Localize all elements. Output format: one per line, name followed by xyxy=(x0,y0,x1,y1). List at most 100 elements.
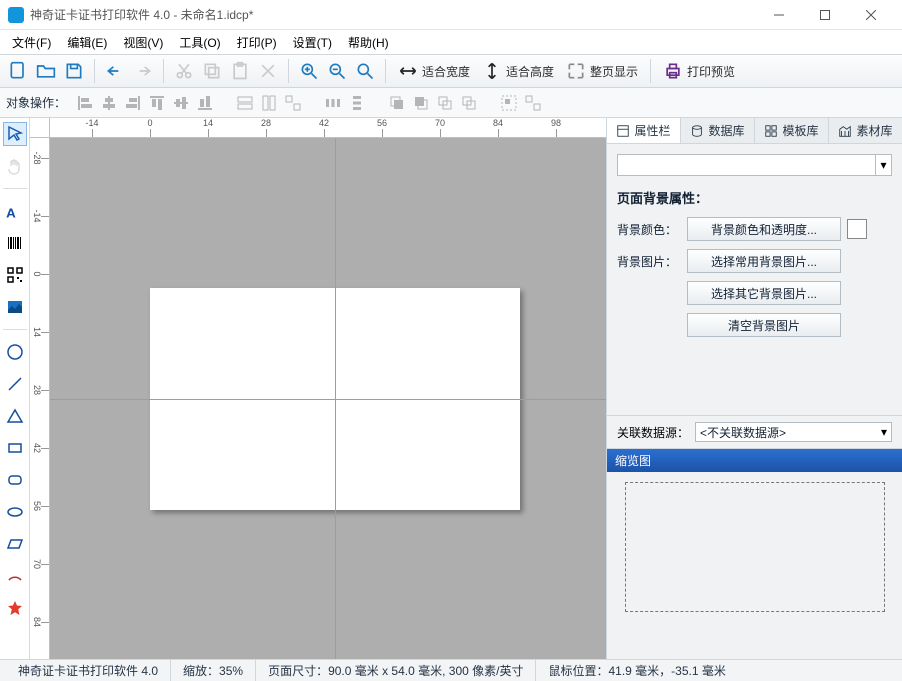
status-mouse: 鼠标位置：41.9 毫米，-35.1 毫米 xyxy=(536,660,737,681)
svg-text:A: A xyxy=(6,206,16,221)
send-back-icon[interactable] xyxy=(410,92,432,114)
title-bar: 神奇证卡证书打印软件 4.0 - 未命名1.idcp* xyxy=(0,0,902,30)
canvas-area[interactable]: -14014284256708498112126 -28-14014284256… xyxy=(30,118,606,659)
thumbnail-body xyxy=(607,472,902,622)
object-ops-toolbar: 对象操作： xyxy=(0,88,902,118)
ruler-corner xyxy=(30,118,50,138)
main-toolbar: 适合宽度 适合高度 整页显示 打印预览 xyxy=(0,54,902,88)
fit-width-label: 适合宽度 xyxy=(422,63,470,80)
qrcode-tool-icon[interactable] xyxy=(3,263,27,287)
close-button[interactable] xyxy=(848,0,894,30)
datasource-select[interactable]: <不关联数据源> ▾ xyxy=(695,422,892,442)
ellipse-tool-icon[interactable] xyxy=(3,500,27,524)
status-zoom: 缩放：35% xyxy=(171,660,256,681)
paste-icon[interactable] xyxy=(228,59,252,83)
print-preview-button[interactable]: 打印预览 xyxy=(659,61,739,81)
send-backward-icon[interactable] xyxy=(458,92,480,114)
zoom-in-icon[interactable] xyxy=(297,59,321,83)
undo-icon[interactable] xyxy=(103,59,127,83)
window-title: 神奇证卡证书打印软件 4.0 - 未命名1.idcp* xyxy=(30,6,253,23)
fit-height-label: 适合高度 xyxy=(506,63,554,80)
tab-database[interactable]: 数据库 xyxy=(681,118,755,143)
group-icon[interactable] xyxy=(498,92,520,114)
menu-tools[interactable]: 工具(O) xyxy=(171,32,228,53)
menu-file[interactable]: 文件(F) xyxy=(4,32,59,53)
menu-edit[interactable]: 编辑(E) xyxy=(59,32,115,53)
align-vcenter-icon[interactable] xyxy=(170,92,192,114)
cut-icon[interactable] xyxy=(172,59,196,83)
circle-tool-icon[interactable] xyxy=(3,340,27,364)
object-select-combo[interactable]: ▾ xyxy=(617,154,892,176)
status-page-size: 页面尺寸：90.0 毫米 x 54.0 毫米, 300 像素/英寸 xyxy=(256,660,536,681)
rounded-rect-tool-icon[interactable] xyxy=(3,468,27,492)
zoom-out-icon[interactable] xyxy=(325,59,349,83)
right-panel: 属性栏 数据库 模板库 素材库 ▾ 页面背景属性： 背景颜色： 背景颜色和透明度… xyxy=(606,118,902,659)
bring-front-icon[interactable] xyxy=(386,92,408,114)
bg-image-other-button[interactable]: 选择其它背景图片... xyxy=(687,281,841,305)
align-hcenter-icon[interactable] xyxy=(98,92,120,114)
bg-group-title: 页面背景属性： xyxy=(617,188,892,207)
ungroup-icon[interactable] xyxy=(522,92,544,114)
text-tool-icon[interactable]: A xyxy=(3,199,27,223)
bring-forward-icon[interactable] xyxy=(434,92,456,114)
bg-color-button[interactable]: 背景颜色和透明度... xyxy=(687,217,841,241)
menu-print[interactable]: 打印(P) xyxy=(229,32,285,53)
hand-tool-icon[interactable] xyxy=(3,154,27,178)
horizontal-ruler[interactable]: -14014284256708498112126 xyxy=(50,118,606,138)
full-page-button[interactable]: 整页显示 xyxy=(562,61,642,81)
parallelogram-tool-icon[interactable] xyxy=(3,532,27,556)
line-tool-icon[interactable] xyxy=(3,372,27,396)
select-tool-icon[interactable] xyxy=(3,122,27,146)
arc-tool-icon[interactable] xyxy=(3,564,27,588)
zoom-reset-icon[interactable] xyxy=(353,59,377,83)
bg-color-label: 背景颜色： xyxy=(617,221,687,238)
same-width-icon[interactable] xyxy=(234,92,256,114)
bg-image-clear-button[interactable]: 清空背景图片 xyxy=(687,313,841,337)
print-preview-label: 打印预览 xyxy=(687,63,735,80)
canvas-viewport[interactable] xyxy=(50,138,606,659)
bg-image-common-button[interactable]: 选择常用背景图片... xyxy=(687,249,841,273)
fit-width-button[interactable]: 适合宽度 xyxy=(394,61,474,81)
status-app: 神奇证卡证书打印软件 4.0 xyxy=(6,660,171,681)
align-left-icon[interactable] xyxy=(74,92,96,114)
full-page-label: 整页显示 xyxy=(590,63,638,80)
tab-properties[interactable]: 属性栏 xyxy=(607,118,681,143)
bg-color-swatch[interactable] xyxy=(847,219,867,239)
menu-view[interactable]: 视图(V) xyxy=(115,32,171,53)
chevron-down-icon: ▾ xyxy=(875,155,891,175)
maximize-button[interactable] xyxy=(802,0,848,30)
workspace: A -14014284256708498112126 -28-140142842… xyxy=(0,118,902,659)
same-height-icon[interactable] xyxy=(258,92,280,114)
thumbnail-box[interactable] xyxy=(625,482,885,612)
vertical-ruler[interactable]: -28-14014284256708498 xyxy=(30,138,50,659)
same-size-icon[interactable] xyxy=(282,92,304,114)
status-bar: 神奇证卡证书打印软件 4.0 缩放：35% 页面尺寸：90.0 毫米 x 54.… xyxy=(0,659,902,681)
new-file-icon[interactable] xyxy=(6,59,30,83)
menu-settings[interactable]: 设置(T) xyxy=(285,32,340,53)
horizontal-guide[interactable] xyxy=(50,399,606,400)
right-tabs: 属性栏 数据库 模板库 素材库 xyxy=(607,118,902,144)
tab-assets[interactable]: 素材库 xyxy=(829,118,902,143)
image-tool-icon[interactable] xyxy=(3,295,27,319)
triangle-tool-icon[interactable] xyxy=(3,404,27,428)
redo-icon[interactable] xyxy=(131,59,155,83)
copy-icon[interactable] xyxy=(200,59,224,83)
minimize-button[interactable] xyxy=(756,0,802,30)
barcode-tool-icon[interactable] xyxy=(3,231,27,255)
menu-help[interactable]: 帮助(H) xyxy=(340,32,397,53)
delete-icon[interactable] xyxy=(256,59,280,83)
align-top-icon[interactable] xyxy=(146,92,168,114)
fit-height-button[interactable]: 适合高度 xyxy=(478,61,558,81)
save-icon[interactable] xyxy=(62,59,86,83)
align-right-icon[interactable] xyxy=(122,92,144,114)
star-tool-icon[interactable] xyxy=(3,596,27,620)
chevron-down-icon: ▾ xyxy=(881,425,887,439)
datasource-bar: 关联数据源： <不关联数据源> ▾ xyxy=(607,415,902,449)
distribute-v-icon[interactable] xyxy=(346,92,368,114)
tab-templates[interactable]: 模板库 xyxy=(755,118,829,143)
distribute-h-icon[interactable] xyxy=(322,92,344,114)
properties-body: ▾ 页面背景属性： 背景颜色： 背景颜色和透明度... 背景图片： 选择常用背景… xyxy=(607,144,902,355)
open-folder-icon[interactable] xyxy=(34,59,58,83)
rectangle-tool-icon[interactable] xyxy=(3,436,27,460)
align-bottom-icon[interactable] xyxy=(194,92,216,114)
